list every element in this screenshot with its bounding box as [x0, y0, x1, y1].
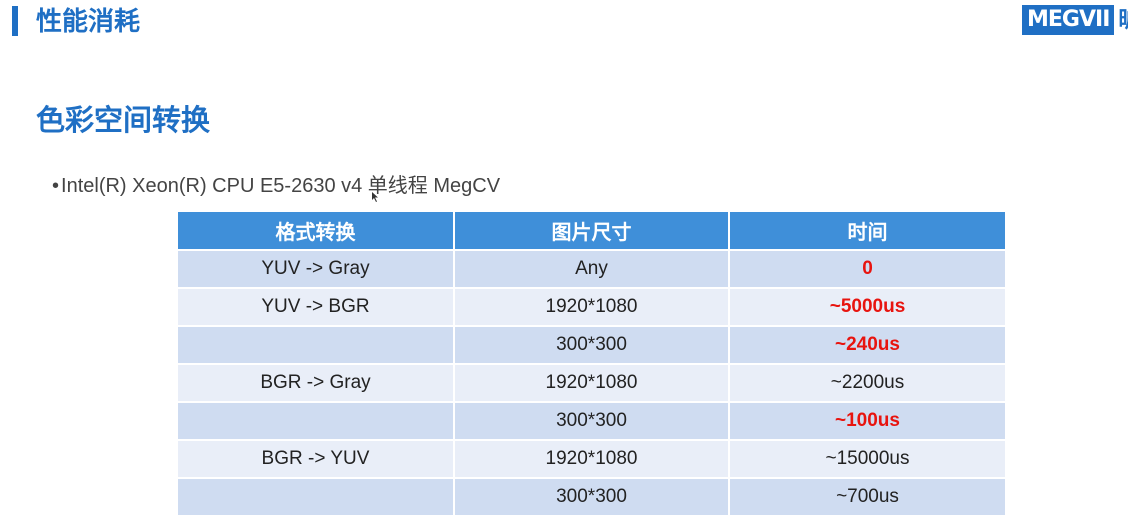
cell-format: YUV -> Gray — [178, 250, 455, 289]
megvii-logo: MEGVII 旷 — [1022, 5, 1128, 35]
header-size: 图片尺寸 — [454, 212, 730, 251]
table-row: YUV -> BGR 1920*1080 ~5000us — [178, 288, 1005, 327]
cell-format — [178, 478, 455, 517]
mouse-cursor-icon — [372, 192, 378, 202]
cell-size: 300*300 — [454, 326, 730, 365]
cell-time: 0 — [729, 250, 1005, 289]
logo-cn-text: 旷 — [1118, 5, 1128, 35]
header-time: 时间 — [729, 212, 1005, 251]
logo-text: MEGVII — [1022, 5, 1115, 35]
table-row: BGR -> YUV 1920*1080 ~15000us — [178, 440, 1005, 479]
cell-format: YUV -> BGR — [178, 288, 455, 327]
cpu-info-bullet: • Intel(R) Xeon(R) CPU E5-2630 v4 单线程 Meg… — [52, 172, 500, 200]
cell-time: ~240us — [729, 326, 1005, 365]
header-format: 格式转换 — [178, 212, 455, 251]
table-row: 300*300 ~240us — [178, 326, 1005, 365]
header-accent-bar — [12, 6, 18, 36]
cell-size: 1920*1080 — [454, 364, 730, 403]
cell-format: BGR -> Gray — [178, 364, 455, 403]
cell-size: 1920*1080 — [454, 440, 730, 479]
cpu-info-text: Intel(R) Xeon(R) CPU E5-2630 v4 单线程 MegC… — [61, 175, 501, 197]
cell-format — [178, 326, 455, 365]
table-row: YUV -> Gray Any 0 — [178, 250, 1005, 289]
table-row: 300*300 ~100us — [178, 402, 1005, 441]
cell-size: 300*300 — [454, 478, 730, 517]
cell-time: ~100us — [729, 402, 1005, 441]
performance-table: 格式转换 图片尺寸 时间 YUV -> Gray Any 0 YUV -> BG… — [178, 212, 1005, 517]
cell-format — [178, 402, 455, 441]
page-title: 性能消耗 — [36, 6, 141, 36]
cell-time: ~5000us — [729, 288, 1005, 327]
cell-time: ~700us — [729, 478, 1005, 517]
table-row: BGR -> Gray 1920*1080 ~2200us — [178, 364, 1005, 403]
cell-size: 1920*1080 — [454, 288, 730, 327]
section-title: 色彩空间转换 — [36, 105, 211, 137]
table-header-row: 格式转换 图片尺寸 时间 — [178, 212, 1005, 251]
table-row: 300*300 ~700us — [178, 478, 1005, 517]
cell-size: Any — [454, 250, 730, 289]
bullet-dot: • — [52, 175, 60, 197]
cell-format: BGR -> YUV — [178, 440, 455, 479]
cell-size: 300*300 — [454, 402, 730, 441]
cell-time: ~2200us — [729, 364, 1005, 403]
cell-time: ~15000us — [729, 440, 1005, 479]
